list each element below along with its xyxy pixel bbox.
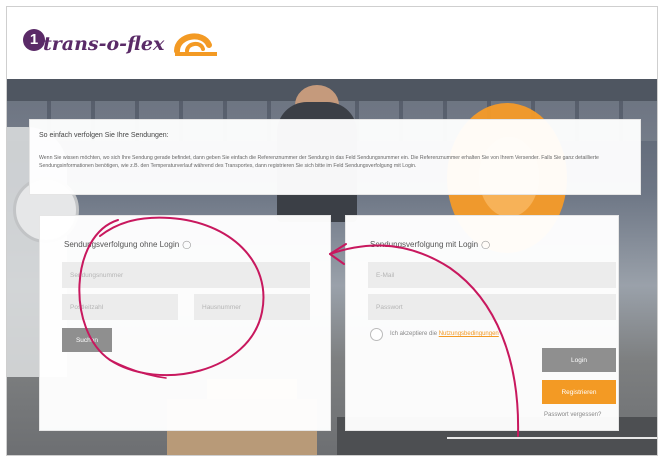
search-button[interactable]: Suchen (62, 328, 112, 352)
step-number-badge: 1 (23, 29, 45, 51)
panel-title: Sendungsverfolgung ohne Login ◯ (64, 240, 191, 249)
email-input[interactable]: E-Mail (368, 262, 616, 288)
house-number-input[interactable]: Hausnummer (194, 294, 310, 320)
terms-checkbox[interactable] (370, 328, 383, 341)
info-title: So einfach verfolgen Sie Ihre Sendungen: (39, 132, 169, 139)
road-marking (447, 437, 657, 439)
login-button[interactable]: Login (542, 348, 616, 372)
app-frame: 1 trans-o-flex So einfach verfolgen Sie … (6, 6, 658, 456)
panel-title-text: Sendungsverfolgung mit Login (370, 240, 479, 249)
postal-code-input[interactable]: Postleitzahl (62, 294, 178, 320)
shipment-number-input[interactable]: Sendungsnummer (62, 262, 310, 288)
tracking-info-box: So einfach verfolgen Sie Ihre Sendungen:… (29, 119, 641, 195)
trans-o-flex-swoosh-icon (174, 33, 217, 56)
tracking-with-login-panel: Sendungsverfolgung mit Login ◯ E-Mail Pas… (345, 215, 619, 431)
lightbulb-icon[interactable]: ◯ (182, 240, 191, 249)
terms-of-use-link[interactable]: Nutzungsbedingungen (439, 331, 499, 337)
tracking-without-login-panel: Sendungsverfolgung ohne Login ◯ Sendungsn… (39, 215, 331, 431)
panel-title-text: Sendungsverfolgung ohne Login (64, 240, 180, 249)
brand-logo-text: trans-o-flex (43, 33, 165, 55)
panel-title: Sendungsverfolgung mit Login ◯ (370, 240, 490, 249)
lightbulb-icon[interactable]: ◯ (481, 240, 490, 249)
forgot-password-link[interactable]: Passwort vergessen? (544, 412, 601, 418)
password-input[interactable]: Passwort (368, 294, 616, 320)
terms-label: Ich akzeptiere die Nutzungsbedingungen (390, 331, 499, 337)
info-description: Wenn Sie wissen möchten, wo sich Ihre Se… (39, 155, 599, 169)
terms-prefix: Ich akzeptiere die (390, 331, 438, 337)
site-header: 1 trans-o-flex (7, 7, 657, 79)
register-button[interactable]: Registrieren (542, 380, 616, 404)
